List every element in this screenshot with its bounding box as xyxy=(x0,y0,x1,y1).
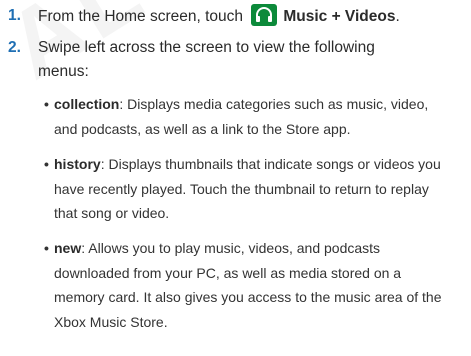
step-text-post: . xyxy=(395,8,400,25)
bullet-line: and podcasts, as well as a link to the S… xyxy=(54,120,351,137)
term: history xyxy=(54,156,101,172)
term: new xyxy=(54,240,82,256)
bullet-dot: • xyxy=(44,96,49,112)
step-number: 1. xyxy=(8,7,21,24)
bullet-line: new: Allows you to play music, videos, a… xyxy=(54,240,381,256)
list-item-new: • new: Allows you to play music, videos,… xyxy=(44,236,454,334)
app-name: Music + Videos xyxy=(283,8,396,25)
bullet-line: collection: Displays media categories su… xyxy=(54,96,429,112)
bullet-line: history: Displays thumbnails that indica… xyxy=(54,156,441,172)
bullet-line: Xbox Music Store. xyxy=(54,313,168,330)
step-2: 2. Swipe left across the screen to view … xyxy=(0,36,471,86)
bullet-dot: • xyxy=(44,156,49,172)
list-item-collection: • collection: Displays media categories … xyxy=(44,92,454,141)
headphones-icon xyxy=(251,4,278,26)
step-text-line: Swipe left across the screen to view the… xyxy=(38,39,375,56)
step-number: 2. xyxy=(8,39,21,56)
bullet-line: memory card. It also gives you access to… xyxy=(54,289,442,305)
step-1: 1. From the Home screen, touch Music + V… xyxy=(0,4,471,30)
step-text-line: menus: xyxy=(38,63,89,80)
step-text: From the Home screen, touch Music + Vide… xyxy=(38,4,400,29)
step-text-pre: From the Home screen, touch xyxy=(38,8,244,25)
bullet-line: downloaded from your PC, as well as medi… xyxy=(54,264,402,281)
bullet-line: that song or video. xyxy=(54,205,170,221)
list-item-history: • history: Displays thumbnails that indi… xyxy=(44,152,454,226)
bullet-line: have recently played. Touch the thumbnai… xyxy=(54,180,429,197)
bullet-dot: • xyxy=(44,240,49,256)
term: collection xyxy=(54,96,120,112)
